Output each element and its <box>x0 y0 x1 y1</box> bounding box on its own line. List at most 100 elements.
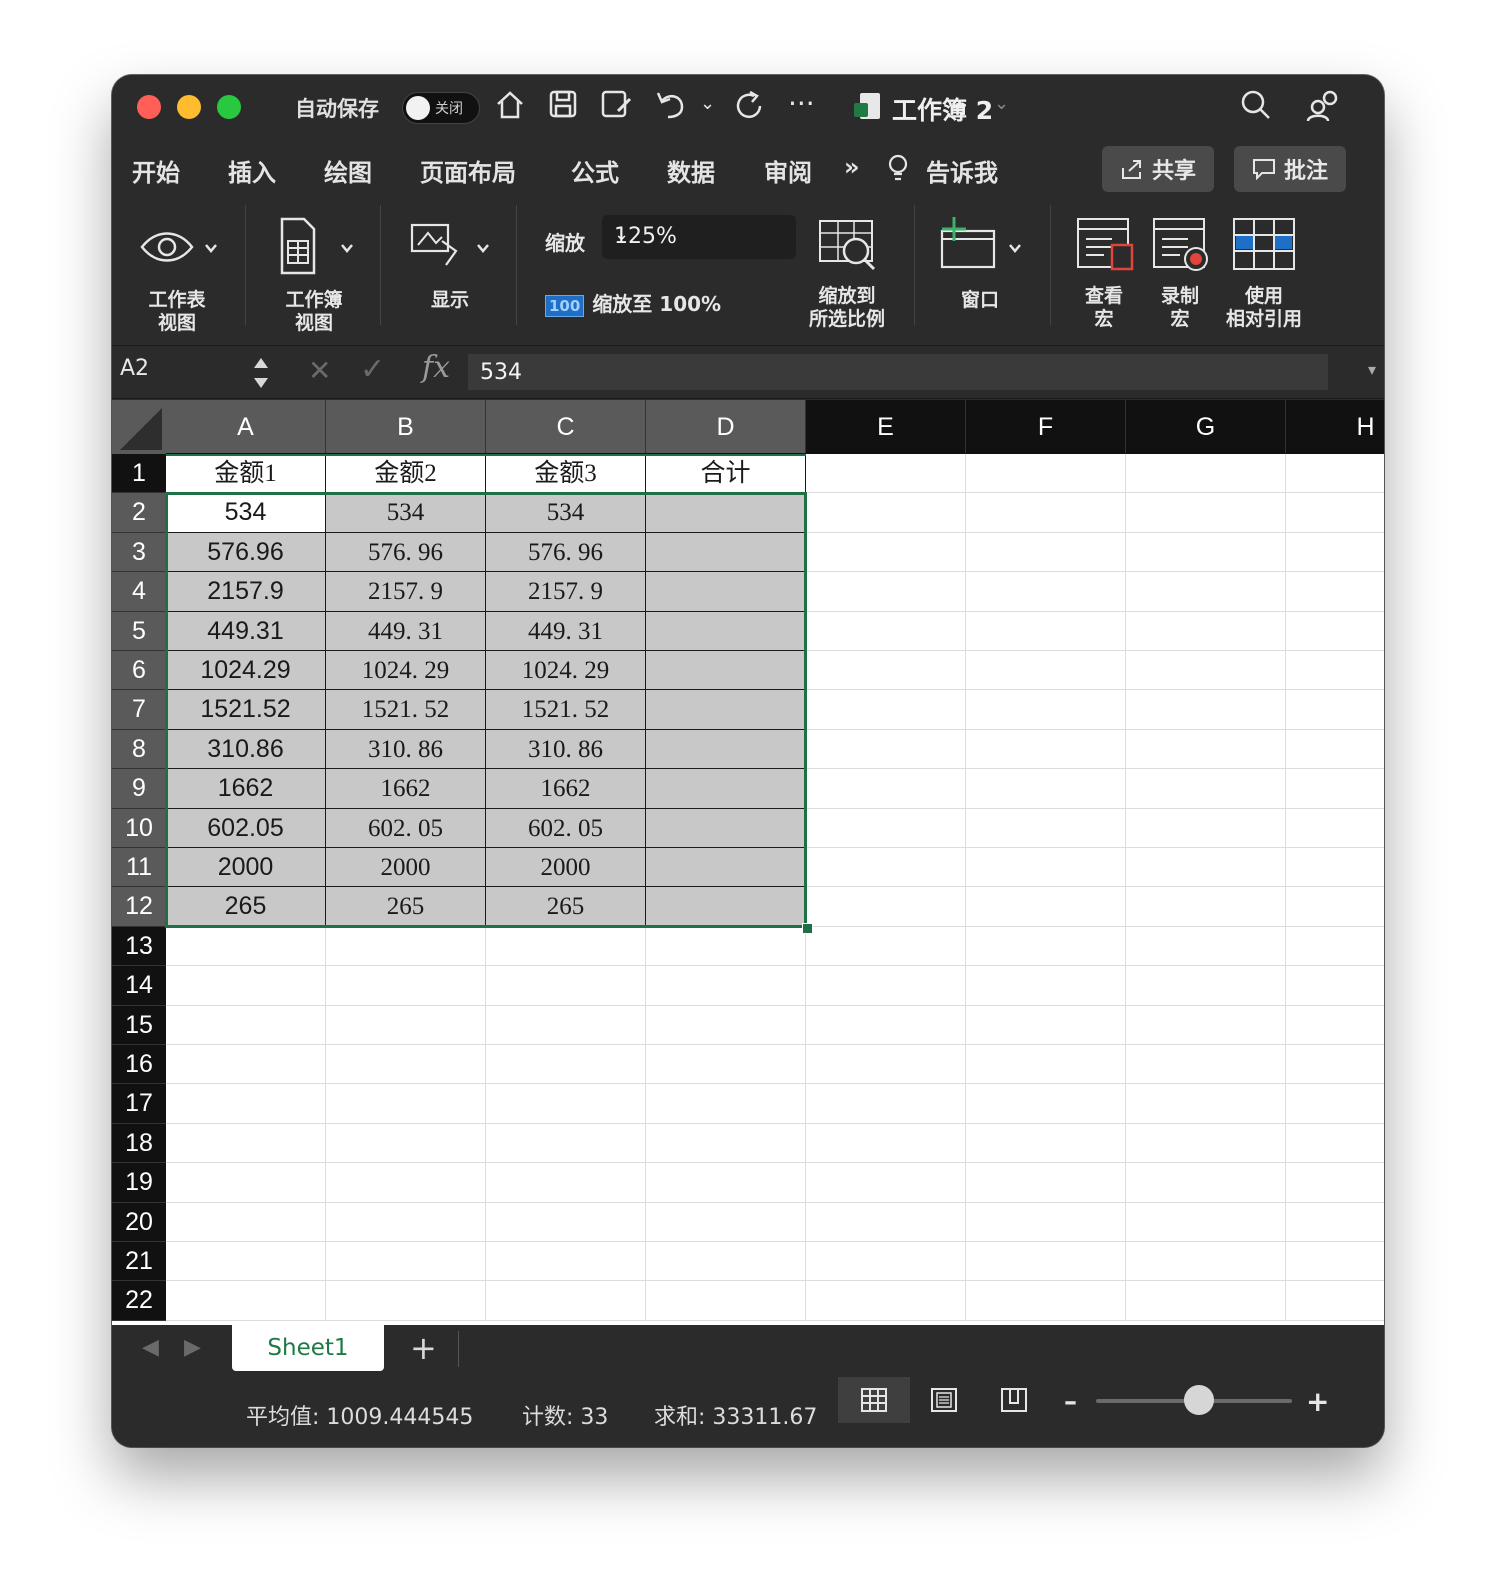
row-header[interactable]: 7 <box>112 690 166 730</box>
grid-cell[interactable] <box>326 1202 486 1242</box>
grid-cell[interactable] <box>806 1281 966 1321</box>
grid-cell[interactable] <box>966 1005 1126 1045</box>
grid-cell[interactable] <box>806 1084 966 1124</box>
grid-cell[interactable] <box>1286 1242 1384 1282</box>
grid-cell[interactable] <box>1286 1124 1384 1164</box>
grid-cell[interactable]: 1521. 52 <box>486 690 646 730</box>
grid-cell[interactable] <box>326 926 486 967</box>
more-tabs-chevron-icon[interactable]: » <box>844 153 860 181</box>
minimize-window-button[interactable] <box>177 95 201 119</box>
grid-cell[interactable] <box>486 1045 646 1085</box>
grid-cell[interactable] <box>1286 730 1384 770</box>
name-box-stepper-icon[interactable] <box>252 354 270 392</box>
row-header[interactable]: 22 <box>112 1281 166 1321</box>
grid-cell[interactable]: 1521.52 <box>166 690 326 730</box>
grid-cell[interactable]: 金额3 <box>486 454 646 494</box>
grid-cell[interactable] <box>806 1163 966 1203</box>
search-icon[interactable] <box>1240 89 1272 121</box>
grid-cell[interactable] <box>166 1123 326 1164</box>
grid-cell[interactable] <box>166 966 326 1006</box>
tab-page-layout[interactable]: 页面布局 <box>420 153 516 188</box>
grid-cell[interactable] <box>486 1123 646 1164</box>
grid-cell[interactable] <box>326 966 486 1006</box>
grid-cell[interactable] <box>966 1123 1126 1164</box>
row-header[interactable]: 9 <box>112 769 166 809</box>
grid-cell[interactable] <box>806 1045 966 1085</box>
grid-cell[interactable] <box>646 651 806 691</box>
spreadsheet-grid[interactable]: A B C D E F G H 1 金额1 金额2 金额3 合计 2 534 534 534 3 576.96 576… <box>112 400 1384 1325</box>
grid-cell[interactable] <box>1126 729 1286 770</box>
grid-cell[interactable] <box>1126 690 1286 730</box>
redo-icon[interactable] <box>732 89 766 123</box>
tab-review[interactable]: 审阅 <box>764 153 812 188</box>
grid-cell[interactable] <box>806 926 966 967</box>
grid-cell[interactable] <box>806 1123 966 1164</box>
grid-cell[interactable]: 1662 <box>326 769 486 809</box>
cancel-entry-icon[interactable]: ✕ <box>308 354 331 387</box>
account-icon[interactable] <box>1306 89 1340 123</box>
grid-cell[interactable] <box>486 1084 646 1124</box>
row-header[interactable]: 18 <box>112 1123 166 1164</box>
grid-cell[interactable]: 金额2 <box>326 454 486 494</box>
grid-cell[interactable] <box>966 1242 1126 1282</box>
grid-cell[interactable]: 金额1 <box>166 454 326 494</box>
grid-cell[interactable]: 265 <box>486 887 646 927</box>
row-header[interactable]: 5 <box>112 611 166 651</box>
grid-cell[interactable] <box>646 1123 806 1164</box>
grid-cell[interactable]: 310. 86 <box>486 729 646 770</box>
autosave-toggle[interactable]: 关闭 <box>402 92 480 124</box>
grid-cell[interactable]: 576. 96 <box>326 532 486 573</box>
grid-cell[interactable] <box>646 532 806 573</box>
document-title[interactable]: 工作簿 2 <box>892 91 993 127</box>
more-options-icon[interactable]: ··· <box>788 87 815 120</box>
sheet-view-button[interactable]: 工作表 视图 <box>132 213 222 335</box>
grid-cell[interactable] <box>326 1242 486 1282</box>
grid-cell[interactable] <box>966 1084 1126 1124</box>
grid-cell[interactable] <box>1126 808 1286 848</box>
grid-cell[interactable] <box>806 651 966 691</box>
grid-cell[interactable] <box>966 926 1126 967</box>
grid-cell[interactable]: 2157. 9 <box>486 572 646 612</box>
grid-cell[interactable] <box>166 1281 326 1321</box>
grid-cell[interactable] <box>1126 966 1286 1006</box>
grid-cell[interactable]: 1024.29 <box>166 651 326 691</box>
row-header[interactable]: 3 <box>112 532 166 573</box>
zoom-in-icon[interactable]: + <box>1306 1385 1329 1418</box>
column-header[interactable]: C <box>486 400 646 454</box>
grid-cell[interactable] <box>1286 1163 1384 1203</box>
grid-cell[interactable] <box>646 1242 806 1282</box>
insert-function-icon[interactable]: fx <box>422 350 450 385</box>
grid-cell[interactable] <box>1126 611 1286 651</box>
grid-cell[interactable] <box>166 1005 326 1045</box>
row-header[interactable]: 11 <box>112 848 166 888</box>
grid-cell[interactable] <box>1286 454 1384 494</box>
grid-cell[interactable] <box>486 926 646 967</box>
grid-cell[interactable] <box>1126 1084 1286 1124</box>
grid-cell[interactable] <box>646 1005 806 1045</box>
grid-cell[interactable] <box>1286 887 1384 927</box>
lightbulb-icon[interactable] <box>886 153 910 185</box>
grid-cell[interactable] <box>806 1202 966 1242</box>
column-header[interactable]: D <box>646 400 806 454</box>
row-header[interactable]: 16 <box>112 1045 166 1085</box>
grid-cell[interactable]: 576. 96 <box>486 532 646 573</box>
share-button[interactable]: 共享 <box>1102 146 1214 192</box>
row-header[interactable]: 8 <box>112 729 166 770</box>
grid-cell[interactable] <box>806 690 966 730</box>
grid-cell[interactable] <box>806 769 966 809</box>
grid-cell[interactable] <box>966 454 1126 494</box>
grid-cell[interactable] <box>646 926 806 967</box>
grid-cell[interactable] <box>1126 1005 1286 1045</box>
grid-cell[interactable] <box>806 611 966 651</box>
grid-cell[interactable] <box>1126 1242 1286 1282</box>
grid-cell[interactable]: 265 <box>326 887 486 927</box>
grid-cell[interactable] <box>326 1281 486 1321</box>
grid-cell[interactable]: 310. 86 <box>326 729 486 770</box>
grid-cell[interactable] <box>486 1281 646 1321</box>
tab-draw[interactable]: 绘图 <box>324 153 372 188</box>
grid-cell[interactable] <box>646 887 806 927</box>
grid-cell[interactable] <box>1286 927 1384 967</box>
grid-cell[interactable] <box>966 808 1126 848</box>
column-header[interactable]: E <box>806 400 966 454</box>
grid-cell[interactable] <box>1126 1123 1286 1164</box>
